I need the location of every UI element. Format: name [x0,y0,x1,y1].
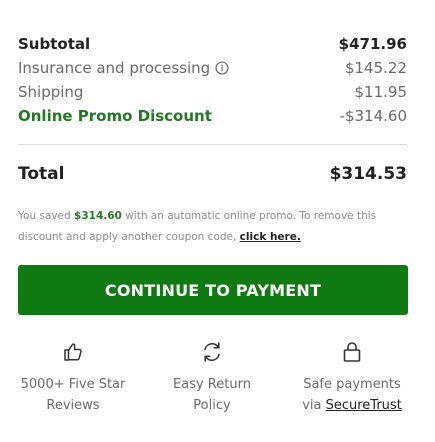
insurance-row: Insurance and processing $145.22 [18,58,407,78]
payments-line1: Safe payments [303,377,401,392]
shipping-row: Shipping $11.95 [18,82,407,102]
refresh-icon [204,342,220,362]
promo-label: Online Promo Discount [18,107,212,125]
total-value: $314.53 [329,164,407,184]
insurance-value: $145.22 [344,59,407,77]
subtotal-value: $471.96 [338,35,407,53]
summary-divider [18,144,407,145]
remove-promo-link[interactable]: click here. [240,231,301,243]
feature-reviews: 5000+ Five Star Reviews [3,340,143,416]
securetrust-link[interactable]: SecureTrust [326,398,402,413]
promo-value: -$314.60 [339,107,407,125]
info-icon[interactable] [215,61,229,75]
continue-to-payment-button[interactable]: CONTINUE TO PAYMENT [18,265,408,315]
reviews-line2: Reviews [46,398,100,413]
total-label: Total [18,164,65,184]
lock-icon [343,342,361,362]
payments-line2: via SecureTrust [282,395,422,416]
subtotal-row: Subtotal $471.96 [18,34,407,54]
returns-line2: Policy [193,398,231,413]
note-amount: $314.60 [74,210,122,222]
subtotal-label: Subtotal [18,35,91,53]
payments-line2-prefix: via [302,398,326,413]
promo-note: You saved $314.60 with an automatic onli… [18,206,408,248]
note-prefix: You saved [18,210,75,222]
shipping-label: Shipping [18,83,84,101]
total-row: Total $314.53 [18,164,407,184]
order-summary: Subtotal $471.96 Insurance and processin… [0,0,435,442]
promo-row: Online Promo Discount -$314.60 [18,106,407,126]
reviews-line1: 5000+ Five Star [20,377,126,392]
returns-line1: Easy Return [173,377,251,392]
insurance-label: Insurance and processing [18,59,211,77]
feature-payments: Safe payments via SecureTrust [282,340,422,416]
shipping-value: $11.95 [354,83,408,101]
thumbs-up-icon [64,343,82,361]
feature-returns: Easy Return Policy [142,340,282,416]
